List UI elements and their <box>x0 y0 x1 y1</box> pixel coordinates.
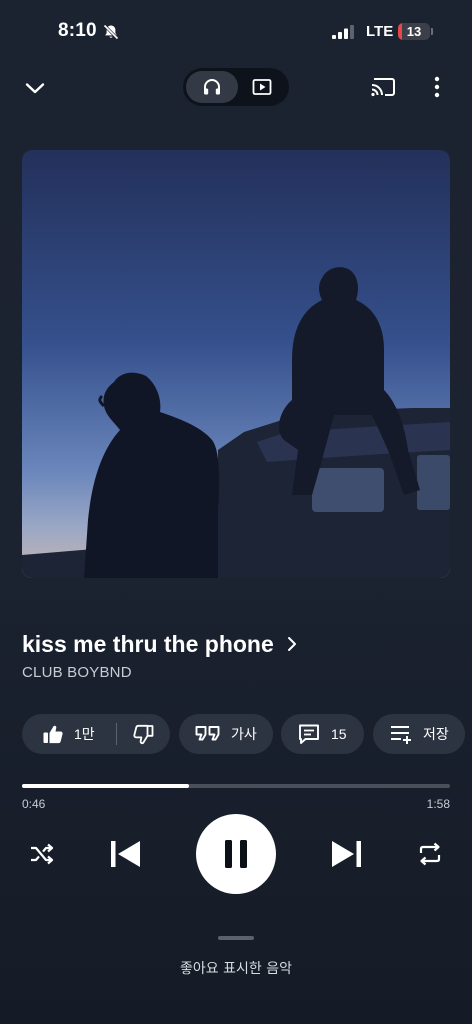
total-time: 1:58 <box>426 797 450 811</box>
progress-fill <box>22 784 189 788</box>
video-mode-tab[interactable] <box>238 71 286 103</box>
comments-button[interactable]: 15 <box>281 714 364 754</box>
album-art <box>22 150 450 578</box>
song-mode-tab[interactable] <box>186 71 238 103</box>
shuffle-button[interactable] <box>28 840 56 868</box>
lyrics-button[interactable]: 가사 <box>179 714 273 754</box>
comment-icon <box>299 724 319 744</box>
save-label: 저장 <box>423 726 449 742</box>
thumbs-down-icon <box>132 724 153 745</box>
song-title: kiss me thru the phone <box>22 630 274 657</box>
shuffle-icon <box>31 843 54 865</box>
thumbs-up-icon <box>43 725 63 744</box>
dislike-button[interactable] <box>117 714 170 754</box>
song-title-link[interactable]: kiss me thru the phone <box>22 628 300 660</box>
progress-slider[interactable] <box>22 784 450 788</box>
pause-button[interactable] <box>196 814 276 894</box>
quote-icon <box>195 726 220 741</box>
like-dislike-chip: 1만 <box>22 714 170 754</box>
repeat-button[interactable] <box>416 840 444 868</box>
network-label: LTE <box>366 23 394 40</box>
pause-icon <box>225 840 247 868</box>
chevron-right-icon <box>287 637 296 651</box>
skip-next-icon <box>332 841 361 867</box>
liked-music-link[interactable]: 좋아요 표시한 음악 <box>0 958 472 978</box>
cast-icon[interactable] <box>369 74 397 100</box>
video-icon <box>252 79 272 95</box>
repeat-icon <box>419 842 441 866</box>
like-count: 1만 <box>74 726 95 742</box>
elapsed-time: 0:46 <box>22 797 46 811</box>
headphones-icon <box>204 79 220 95</box>
comments-count: 15 <box>331 726 347 742</box>
signal-icon <box>332 25 354 39</box>
previous-button[interactable] <box>107 838 143 870</box>
status-time: 8:10 <box>58 20 97 41</box>
chevron-down-icon[interactable] <box>22 75 48 101</box>
battery-cap <box>431 28 433 35</box>
like-button[interactable]: 1만 <box>22 714 116 754</box>
drag-handle[interactable] <box>218 936 254 940</box>
audio-video-switch <box>183 68 289 106</box>
status-bar: 8:10 LTE 13 <box>0 0 472 62</box>
artist-name[interactable]: CLUB BOYBND <box>22 664 132 681</box>
save-button[interactable]: 저장 <box>373 714 465 754</box>
battery-indicator: 13 <box>398 23 430 40</box>
next-button[interactable] <box>329 838 365 870</box>
lyrics-label: 가사 <box>231 726 257 742</box>
battery-level: 13 <box>406 24 422 39</box>
playlist-add-icon <box>391 726 411 744</box>
more-vertical-icon[interactable] <box>424 74 450 100</box>
bell-slash-icon <box>103 24 119 40</box>
skip-previous-icon <box>111 841 140 867</box>
